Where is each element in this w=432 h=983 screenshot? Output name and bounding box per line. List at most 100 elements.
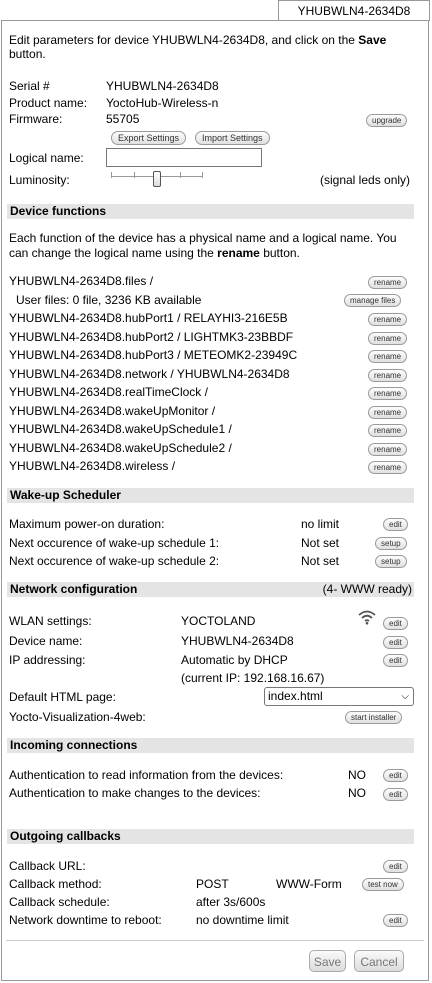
default-html-select[interactable]: index.html ⌵ bbox=[264, 687, 414, 706]
luminosity-note: (signal leds only) bbox=[320, 173, 411, 187]
intro-prefix: Edit parameters for device YHUBWLN4-2634… bbox=[9, 33, 359, 47]
auth-read-value: NO bbox=[348, 768, 366, 782]
rename-button[interactable]: rename bbox=[368, 424, 408, 437]
section-network-configuration: Network configuration (4- WWW ready) bbox=[7, 582, 414, 597]
start-installer-button[interactable]: start installer bbox=[345, 711, 403, 724]
serial-label: Serial # bbox=[9, 79, 50, 93]
callback-schedule-value: after 3s/600s bbox=[196, 895, 266, 909]
chevron-down-icon: ⌵ bbox=[401, 691, 409, 702]
serial-value: YHUBWLN4-2634D8 bbox=[106, 79, 219, 93]
edit-auth-change-button[interactable]: edit bbox=[383, 788, 408, 801]
rename-button[interactable]: rename bbox=[368, 313, 408, 326]
intro-suffix: button. bbox=[9, 47, 46, 61]
user-files-info: User files: 0 file, 3236 KB available bbox=[16, 293, 202, 307]
manage-files-button[interactable]: manage files bbox=[344, 294, 402, 307]
schedule1-value: Not set bbox=[301, 536, 340, 550]
desc2-prefix: can change the logical name using the bbox=[9, 246, 218, 260]
network-title: Network configuration bbox=[10, 582, 138, 596]
schedule1-label: Next occurence of wake-up schedule 1: bbox=[9, 536, 220, 550]
edit-device-name-button[interactable]: edit bbox=[383, 636, 408, 649]
callback-method-label: Callback method: bbox=[9, 877, 102, 891]
edit-max-poweron-button[interactable]: edit bbox=[383, 518, 408, 531]
section-outgoing-callbacks: Outgoing callbacks bbox=[7, 829, 414, 844]
slider-tick bbox=[202, 172, 203, 178]
cancel-button[interactable]: Cancel bbox=[354, 950, 404, 972]
default-html-label: Default HTML page: bbox=[9, 690, 116, 704]
desc2-suffix: button. bbox=[259, 246, 300, 260]
rename-button[interactable]: rename bbox=[368, 443, 408, 456]
max-poweron-value: no limit bbox=[301, 517, 340, 531]
wifi-signal-icon bbox=[358, 610, 376, 625]
callback-url-label: Callback URL: bbox=[9, 859, 86, 873]
slider-tick bbox=[180, 172, 181, 178]
function-name: YHUBWLN4-2634D8.hubPort3 / METEOMK2-2394… bbox=[9, 348, 298, 362]
export-settings-button[interactable]: Export Settings bbox=[111, 131, 187, 145]
function-name: YHUBWLN4-2634D8.wakeUpSchedule2 / bbox=[9, 441, 232, 455]
rename-button[interactable]: rename bbox=[368, 332, 408, 345]
product-label: Product name: bbox=[9, 96, 88, 110]
firmware-label: Firmware: bbox=[9, 112, 63, 126]
function-name: YHUBWLN4-2634D8.wireless / bbox=[9, 459, 176, 473]
function-name: YHUBWLN4-2634D8.wakeUpMonitor / bbox=[9, 404, 216, 418]
rename-button[interactable]: rename bbox=[368, 387, 408, 400]
ip-addressing-label: IP addressing: bbox=[9, 653, 86, 667]
window-tab: YHUBWLN4-2634D8 bbox=[278, 0, 430, 21]
function-name: YHUBWLN4-2634D8.files / bbox=[9, 274, 154, 288]
default-html-value: index.html bbox=[268, 689, 323, 703]
network-status: (4- WWW ready) bbox=[322, 582, 412, 596]
device-name-label: Device name: bbox=[9, 634, 83, 648]
downtime-label: Network downtime to reboot: bbox=[9, 913, 162, 927]
slider-tick bbox=[134, 172, 135, 178]
downtime-value: no downtime limit bbox=[196, 913, 289, 927]
function-name: YHUBWLN4-2634D8.realTimeClock / bbox=[9, 385, 208, 399]
current-ip: (current IP: 192.168.16.67) bbox=[181, 671, 325, 685]
intro-text: Edit parameters for device YHUBWLN4-2634… bbox=[9, 33, 386, 47]
logical-name-input[interactable] bbox=[106, 148, 262, 167]
functions-description-line1: Each function of the device has a physic… bbox=[9, 231, 397, 245]
wlan-value: YOCTOLAND bbox=[181, 614, 256, 628]
wlan-label: WLAN settings: bbox=[9, 614, 92, 628]
edit-ip-button[interactable]: edit bbox=[383, 654, 408, 667]
yocto-visualization-label: Yocto-Visualization-4web: bbox=[9, 710, 146, 724]
callback-method-value: POST bbox=[196, 877, 229, 891]
rename-button[interactable]: rename bbox=[368, 406, 408, 419]
edit-wlan-button[interactable]: edit bbox=[383, 617, 408, 630]
section-incoming-connections: Incoming connections bbox=[7, 738, 414, 753]
edit-auth-read-button[interactable]: edit bbox=[383, 769, 408, 782]
setup-schedule1-button[interactable]: setup bbox=[375, 537, 407, 550]
rename-button[interactable]: rename bbox=[368, 276, 408, 289]
setup-schedule2-button[interactable]: setup bbox=[375, 555, 407, 568]
intro-save-word: Save bbox=[358, 33, 387, 47]
max-poweron-label: Maximum power-on duration: bbox=[9, 517, 165, 531]
luminosity-slider-handle[interactable] bbox=[153, 171, 161, 187]
ip-addressing-value: Automatic by DHCP bbox=[181, 653, 288, 667]
rename-button[interactable]: rename bbox=[368, 369, 408, 382]
functions-description-line2: can change the logical name using the re… bbox=[9, 246, 300, 260]
auth-change-value: NO bbox=[348, 786, 366, 800]
slider-tick bbox=[111, 172, 112, 178]
logical-name-label: Logical name: bbox=[9, 151, 84, 165]
product-value: YoctoHub-Wireless-n bbox=[106, 96, 219, 110]
test-now-button[interactable]: test now bbox=[362, 878, 404, 891]
section-wakeup-scheduler: Wake-up Scheduler bbox=[7, 488, 414, 503]
function-name: YHUBWLN4-2634D8.hubPort2 / LIGHTMK3-23BB… bbox=[9, 330, 294, 344]
callback-format-value: WWW-Form bbox=[276, 877, 342, 891]
footer-divider bbox=[6, 940, 424, 941]
import-settings-button[interactable]: Import Settings bbox=[195, 131, 270, 145]
rename-button[interactable]: rename bbox=[368, 461, 408, 474]
callback-schedule-label: Callback schedule: bbox=[9, 895, 110, 909]
schedule2-label: Next occurence of wake-up schedule 2: bbox=[9, 554, 220, 568]
section-device-functions: Device functions bbox=[7, 204, 414, 219]
auth-change-label: Authentication to make changes to the de… bbox=[9, 786, 261, 800]
desc2-bold: rename bbox=[217, 246, 260, 260]
rename-button[interactable]: rename bbox=[368, 350, 408, 363]
device-name-value: YHUBWLN4-2634D8 bbox=[181, 634, 294, 648]
save-button[interactable]: Save bbox=[309, 950, 346, 972]
firmware-value: 55705 bbox=[106, 112, 140, 126]
schedule2-value: Not set bbox=[301, 554, 340, 568]
edit-downtime-button[interactable]: edit bbox=[383, 914, 408, 927]
upgrade-button[interactable]: upgrade bbox=[366, 114, 408, 127]
function-name: YHUBWLN4-2634D8.wakeUpSchedule1 / bbox=[9, 422, 232, 436]
edit-callback-url-button[interactable]: edit bbox=[383, 860, 408, 873]
luminosity-label: Luminosity: bbox=[9, 173, 70, 187]
